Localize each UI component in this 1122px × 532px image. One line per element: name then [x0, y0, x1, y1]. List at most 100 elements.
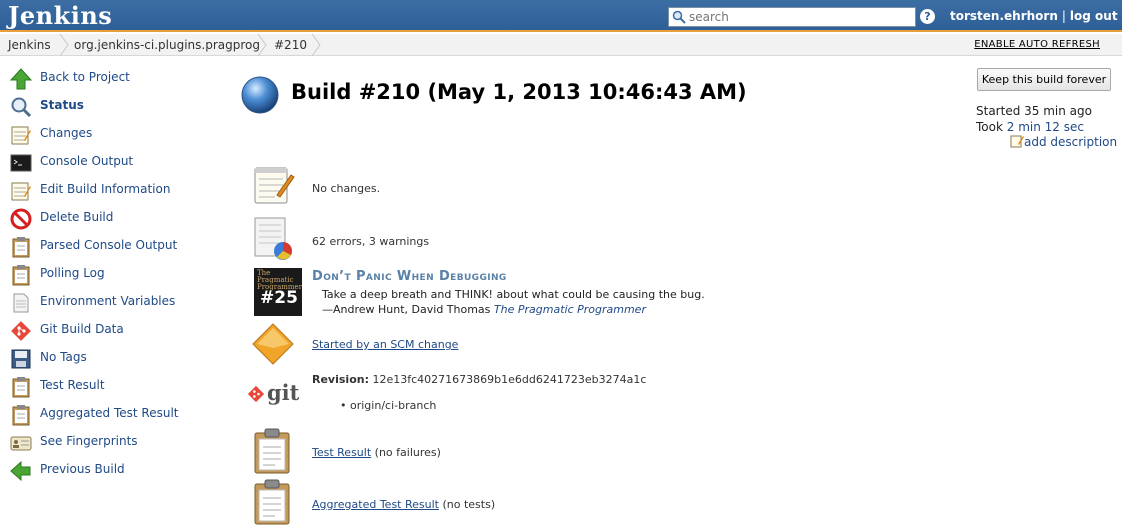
git-icon — [247, 385, 265, 403]
task-label[interactable]: Console Output — [40, 154, 133, 168]
git-branch: • origin/ci-branch — [340, 399, 437, 412]
task-label[interactable]: Parsed Console Output — [40, 238, 177, 252]
git-wordmark: git — [267, 380, 300, 405]
breadcrumb-separator — [59, 34, 69, 56]
add-description-link[interactable]: add description — [1024, 135, 1117, 149]
quote-attribution: —Andrew Hunt, David Thomas The Pragmatic… — [322, 302, 705, 317]
task-label[interactable]: Back to Project — [40, 70, 130, 84]
task-test-result[interactable]: Test Result — [10, 374, 210, 402]
task-label[interactable]: Test Result — [40, 378, 105, 392]
breadcrumb-separator — [311, 34, 321, 56]
test-result-row: Test Result (no failures) — [312, 446, 441, 459]
build-duration: Took 2 min 12 sec — [976, 119, 1092, 135]
jenkins-logo[interactable]: Jenkins — [8, 1, 112, 30]
breadcrumb-project[interactable]: org.jenkins-ci.plugins.pragprog — [74, 38, 260, 52]
notepad-icon — [11, 182, 31, 201]
quote-body: Take a deep breath and THINK! about what… — [322, 287, 705, 317]
task-console-output[interactable]: Console Output — [10, 150, 210, 178]
task-back-to-project[interactable]: Back to Project — [10, 66, 210, 94]
side-panel: Back to Project Status Changes Console O… — [10, 66, 210, 486]
warnings-report-icon — [254, 217, 292, 260]
breadcrumb-jenkins[interactable]: Jenkins — [8, 38, 51, 52]
task-status[interactable]: Status — [10, 94, 210, 122]
task-polling-log[interactable]: Polling Log — [10, 262, 210, 290]
task-label[interactable]: Previous Build — [40, 462, 125, 476]
task-edit-build-information[interactable]: Edit Build Information — [10, 178, 210, 206]
aggregated-result-link[interactable]: Aggregated Test Result — [312, 498, 439, 511]
task-label[interactable]: Git Build Data — [40, 322, 124, 336]
task-label[interactable]: Status — [40, 98, 84, 112]
build-info: Started 35 min ago Took 2 min 12 sec — [976, 103, 1092, 135]
book-link[interactable]: The Pragmatic Programmer — [494, 303, 646, 316]
aggregated-result-row: Aggregated Test Result (no tests) — [312, 498, 495, 511]
clipboard-icon — [12, 405, 30, 426]
branch-name: origin/ci-branch — [350, 399, 437, 412]
took-label: Took — [976, 120, 1003, 134]
floppy-icon — [11, 349, 31, 369]
keep-build-forever-button[interactable]: Keep this build forever — [977, 68, 1111, 91]
task-label[interactable]: See Fingerprints — [40, 434, 138, 448]
duration-link[interactable]: 2 min 12 sec — [1007, 120, 1084, 134]
enable-auto-refresh-link[interactable]: ENABLE AUTO REFRESH — [974, 39, 1100, 50]
git-logo: git — [247, 380, 299, 408]
task-label[interactable]: Aggregated Test Result — [40, 406, 179, 420]
clipboard-icon — [12, 377, 30, 398]
aggregated-result-note: (no tests) — [442, 498, 496, 511]
scm-change-icon — [252, 323, 294, 365]
task-git-build-data[interactable]: Git Build Data — [10, 318, 210, 346]
badge-number: #25 — [260, 288, 298, 308]
search-icon — [672, 10, 686, 24]
quote-authors: —Andrew Hunt, David Thomas — [322, 303, 491, 316]
clipboard-icon — [12, 237, 30, 258]
task-label[interactable]: No Tags — [40, 350, 87, 364]
build-status-ball-icon — [241, 76, 279, 114]
help-icon[interactable]: ? — [920, 9, 935, 24]
notepad-icon — [11, 126, 31, 145]
task-aggregated-test-result[interactable]: Aggregated Test Result — [10, 402, 210, 430]
task-no-tags[interactable]: No Tags — [10, 346, 210, 374]
header-separator: | — [1061, 9, 1066, 23]
magnifier-icon — [11, 97, 32, 118]
git-icon — [11, 321, 31, 341]
document-icon — [13, 293, 29, 313]
task-changes[interactable]: Changes — [10, 122, 210, 150]
breadcrumb: Jenkins org.jenkins-ci.plugins.pragprog … — [0, 34, 1122, 56]
task-label[interactable]: Edit Build Information — [40, 182, 170, 196]
test-result-note: (no failures) — [374, 446, 441, 459]
task-label[interactable]: Changes — [40, 126, 92, 140]
page-header: Jenkins ? torsten.ehrhorn| log out — [0, 0, 1122, 32]
task-parsed-console-output[interactable]: Parsed Console Output — [10, 234, 210, 262]
breadcrumb-build[interactable]: #210 — [274, 38, 307, 52]
search-box[interactable] — [668, 7, 916, 27]
revision-label: Revision: — [312, 373, 369, 386]
quote-text: Take a deep breath and THINK! about what… — [322, 288, 705, 301]
logout-link[interactable]: log out — [1070, 9, 1118, 23]
no-entry-icon — [10, 208, 32, 230]
task-delete-build[interactable]: Delete Build — [10, 206, 210, 234]
task-label[interactable]: Polling Log — [40, 266, 105, 280]
notepad-icon — [254, 167, 295, 204]
started-time: Started 35 min ago — [976, 104, 1092, 118]
clipboard-icon — [254, 479, 290, 525]
search-input[interactable] — [689, 9, 911, 25]
clipboard-icon — [254, 428, 290, 474]
task-label[interactable]: Environment Variables — [40, 294, 175, 308]
changes-text: No changes. — [312, 182, 381, 195]
task-previous-build[interactable]: Previous Build — [10, 458, 210, 486]
task-environment-variables[interactable]: Environment Variables — [10, 290, 210, 318]
clipboard-icon — [12, 265, 30, 286]
revision-hash: 12e13fc40271673869b1e6dd6241723eb3274a1c — [372, 373, 647, 386]
git-revision: Revision: 12e13fc40271673869b1e6dd624172… — [312, 373, 646, 386]
left-arrow-icon — [10, 460, 31, 482]
up-arrow-icon — [10, 68, 32, 90]
warnings-text: 62 errors, 3 warnings — [312, 235, 430, 248]
task-see-fingerprints[interactable]: See Fingerprints — [10, 430, 210, 458]
breadcrumb-separator — [257, 34, 267, 56]
scm-cause-link[interactable]: Started by an SCM change — [312, 338, 458, 351]
task-label[interactable]: Delete Build — [40, 210, 113, 224]
user-link[interactable]: torsten.ehrhorn — [950, 9, 1058, 23]
id-card-icon — [10, 436, 32, 451]
pragmatic-book-badge: The Pragmatic Programmer #25 — [254, 268, 302, 316]
test-result-link[interactable]: Test Result — [312, 446, 371, 459]
add-description[interactable]: add description — [1010, 134, 1117, 149]
